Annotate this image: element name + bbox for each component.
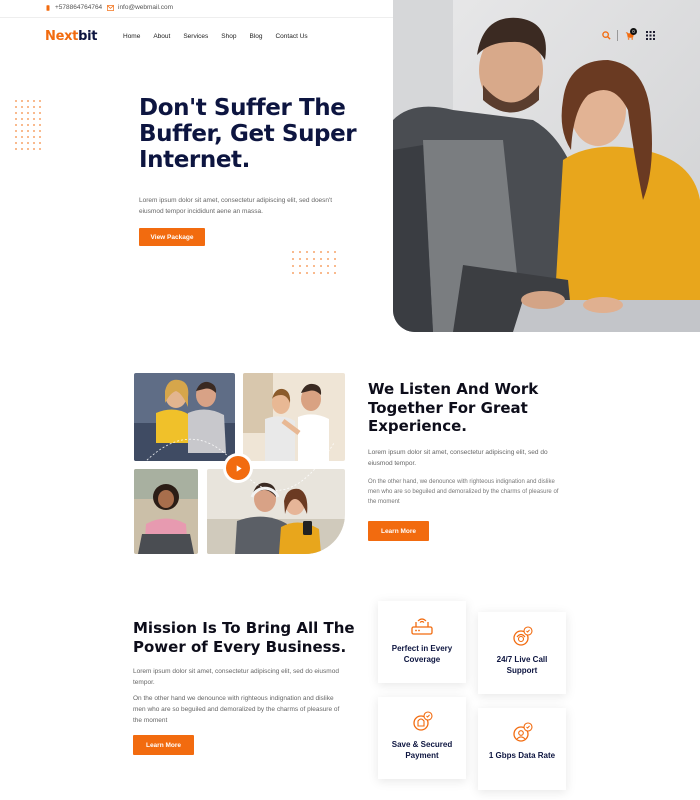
cart-count-badge: 0 [630,28,637,35]
mission-learn-more-button[interactable]: Learn More [133,735,194,755]
nav-shop[interactable]: Shop [221,33,236,40]
nav-contact-us[interactable]: Contact Us [275,33,307,40]
hero-image [393,0,700,332]
hero-description: Lorem ipsum dolor sit amet, consectetur … [139,197,333,215]
search-icon[interactable] [602,31,611,40]
feature-card-payment[interactable]: Save & Secured Payment [378,697,466,779]
view-package-button[interactable]: View Package [139,228,205,246]
site-logo[interactable]: Nextbit [45,29,97,44]
main-navbar: Nextbit Home About Services Shop Blog Co… [0,18,392,56]
feature-label: Perfect in Every Coverage [391,644,453,664]
feature-card-data-rate[interactable]: 1 Gbps Data Rate [478,708,566,790]
nav-home[interactable]: Home [123,33,140,40]
about-paragraph-1: Lorem ipsum dolor sit amet, consectetur … [368,449,548,467]
nav-blog[interactable]: Blog [249,33,262,40]
secure-payment-icon [413,711,433,731]
about-learn-more-button[interactable]: Learn More [368,521,429,541]
feature-label: Save & Secured Payment [391,740,453,760]
mission-paragraph-1: Lorem ipsum dolor sit amet, consectetur … [133,668,339,686]
phone-number[interactable]: +578864764764 [55,4,102,11]
nav-services[interactable]: Services [183,33,208,40]
feature-label: 24/7 Live Call Support [496,655,548,675]
feature-card-support[interactable]: 24/7 Live Call Support [478,612,566,694]
main-menu: Home About Services Shop Blog Contact Us [123,33,321,40]
speed-data-icon [513,722,533,742]
support-agent-icon [513,626,533,646]
nav-about[interactable]: About [153,33,170,40]
email-contact[interactable]: info@webmail.com [107,4,173,11]
dot-pattern-left [15,100,41,150]
play-icon [236,464,242,472]
email-address[interactable]: info@webmail.com [118,4,173,11]
feature-label: 1 Gbps Data Rate [488,751,556,760]
dot-pattern-right [292,251,336,274]
feature-card-coverage[interactable]: Perfect in Every Coverage [378,601,466,683]
mission-paragraph-2: On the other hand we denounce with right… [133,695,340,724]
play-video-button[interactable] [226,456,250,480]
logo-part-1: Next [45,29,79,44]
nav-divider [617,30,618,41]
about-title: We Listen And Work Together For Great Ex… [368,380,539,435]
phone-contact[interactable]: +578864764764 [45,4,102,11]
grid-menu-icon[interactable] [646,31,655,40]
mission-title: Mission Is To Bring All The Power of Eve… [133,619,355,656]
router-icon [411,618,433,635]
phone-icon [46,4,50,11]
hero-title: Don't Suffer The Buffer, Get Super Inter… [139,95,357,173]
logo-part-2: bit [78,29,98,44]
about-paragraph-2: On the other hand, we denounce with righ… [368,479,559,505]
mail-icon [107,4,114,11]
